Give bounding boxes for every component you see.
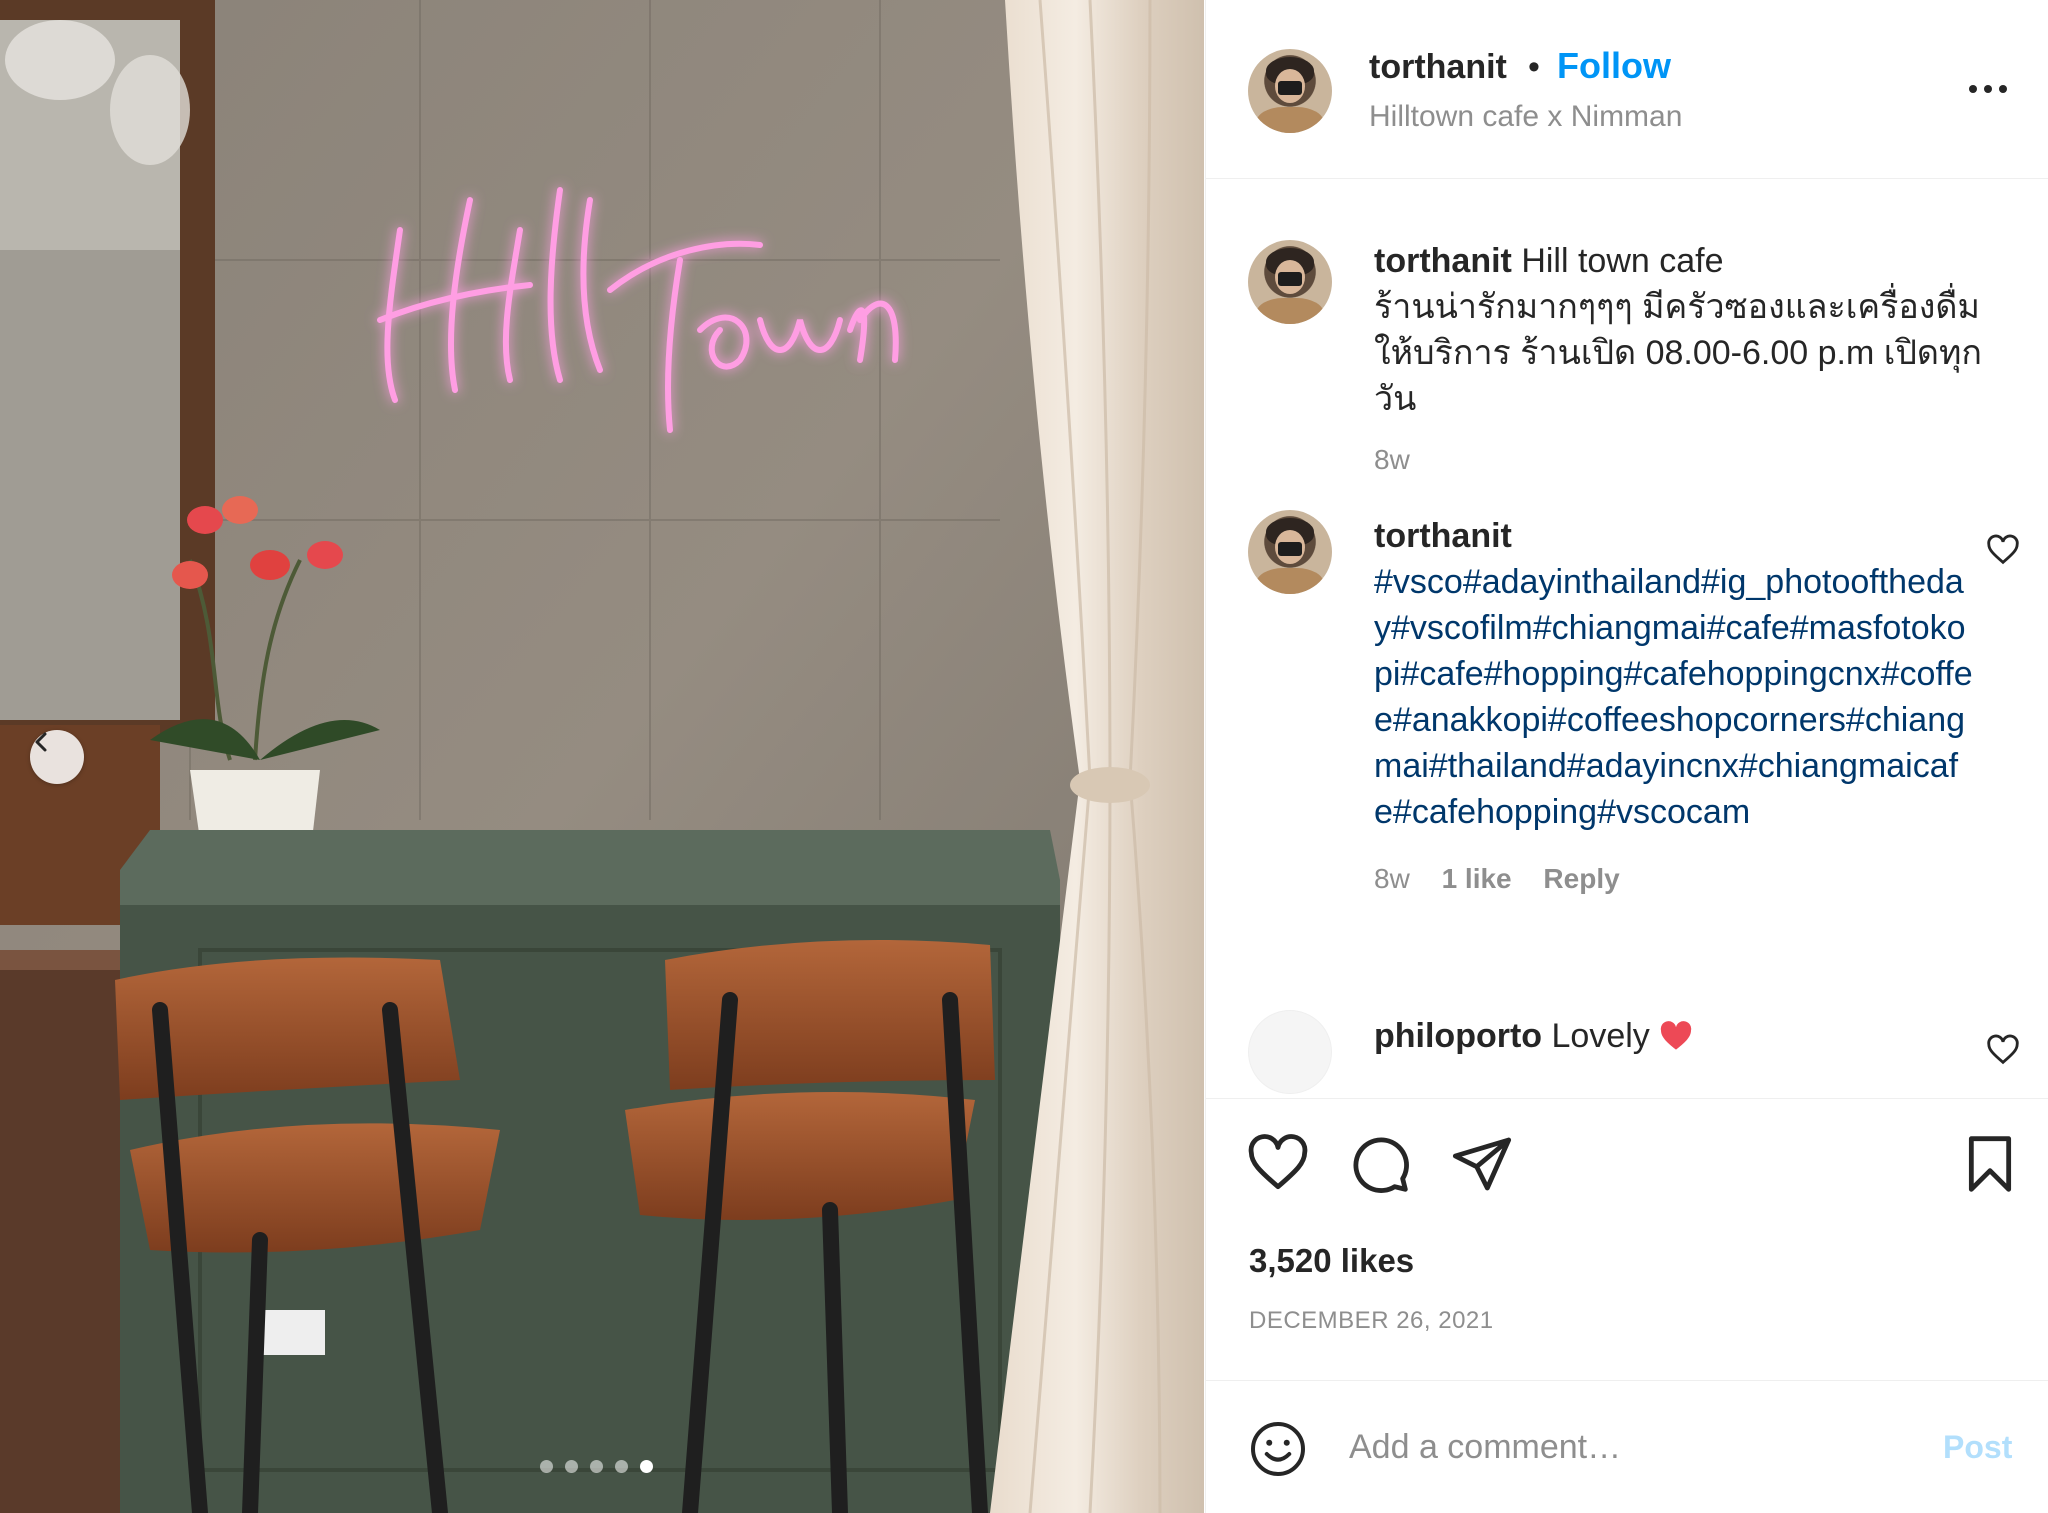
red-heart-emoji-icon	[1661, 1021, 1692, 1050]
save-bookmark-icon[interactable]	[1958, 1132, 2022, 1196]
chevron-left-icon	[35, 732, 47, 752]
post-date: DECEMBER 26, 2021	[1249, 1307, 1494, 1334]
comment-input[interactable]	[1349, 1417, 1929, 1477]
comment-like-heart-icon[interactable]	[1986, 534, 2020, 568]
caption-title: Hill town cafe	[1521, 242, 1724, 280]
caption-username[interactable]: torthanit	[1374, 242, 1512, 280]
comment-bubble-icon[interactable]	[1348, 1132, 1412, 1196]
comment-username[interactable]: philoporto	[1374, 1017, 1542, 1055]
add-comment-bar: Post	[1206, 1380, 2048, 1513]
caption-age: 8w	[1374, 444, 1410, 475]
likes-count[interactable]: 3,520 likes	[1249, 1242, 1414, 1280]
caption-avatar[interactable]	[1248, 240, 1332, 324]
more-dot	[1969, 85, 1977, 93]
comment-avatar[interactable]	[1248, 1010, 1332, 1094]
post-location[interactable]: Hilltown cafe x Nimman	[1369, 100, 1682, 134]
carousel-dot	[590, 1460, 603, 1473]
post-caption: torthanit Hill town cafe ร้านน่ารักมากๆๆ…	[1374, 238, 2014, 476]
post-comment-button[interactable]: Post	[1943, 1429, 2012, 1466]
cafe-photo-illustration	[0, 0, 1204, 1513]
header-divider	[1206, 178, 2048, 179]
carousel-dot	[565, 1460, 578, 1473]
comment-item: torthanit #vsco#adayinthailand#ig_photoo…	[1374, 513, 1974, 895]
more-options-button[interactable]	[1958, 74, 2018, 104]
comment-avatar[interactable]	[1248, 510, 1332, 594]
comment-reply-button[interactable]: Reply	[1543, 863, 1619, 894]
comment-likes-count[interactable]: 1 like	[1442, 863, 1512, 894]
like-heart-icon[interactable]	[1246, 1132, 1310, 1196]
carousel-dot-active	[640, 1460, 653, 1473]
carousel-dot	[540, 1460, 553, 1473]
carousel-dot	[615, 1460, 628, 1473]
author-username[interactable]: torthanit	[1369, 48, 1507, 87]
emoji-smiley-icon[interactable]	[1248, 1419, 1308, 1479]
post-actions-bar	[1206, 1132, 2048, 1202]
more-dot	[1984, 85, 1992, 93]
more-dot	[1999, 85, 2007, 93]
carousel-previous-button[interactable]	[30, 730, 84, 784]
comment-username[interactable]: torthanit	[1374, 517, 1512, 555]
comment-like-heart-icon[interactable]	[1986, 1034, 2020, 1068]
post-side-panel: torthanit • Follow Hilltown cafe x Nimma…	[1205, 0, 2048, 1513]
author-avatar[interactable]	[1248, 49, 1332, 133]
comment-item: philoporto Lovely	[1374, 1013, 1974, 1059]
comment-hashtags[interactable]: #vsco#adayinthailand#ig_photooftheday#vs…	[1374, 559, 1974, 835]
comment-age: 8w	[1374, 863, 1410, 894]
separator-dot: •	[1528, 48, 1540, 86]
caption-text: ร้านน่ารักมากๆๆๆ มีครัวซองและเครื่องดื่ม…	[1374, 288, 1982, 418]
follow-button[interactable]: Follow	[1557, 45, 1671, 87]
post-photo[interactable]	[0, 0, 1204, 1513]
actions-divider	[1206, 1098, 2048, 1099]
share-send-icon[interactable]	[1450, 1132, 1514, 1196]
comment-text: Lovely	[1551, 1017, 1650, 1055]
carousel-indicator	[540, 1460, 653, 1473]
